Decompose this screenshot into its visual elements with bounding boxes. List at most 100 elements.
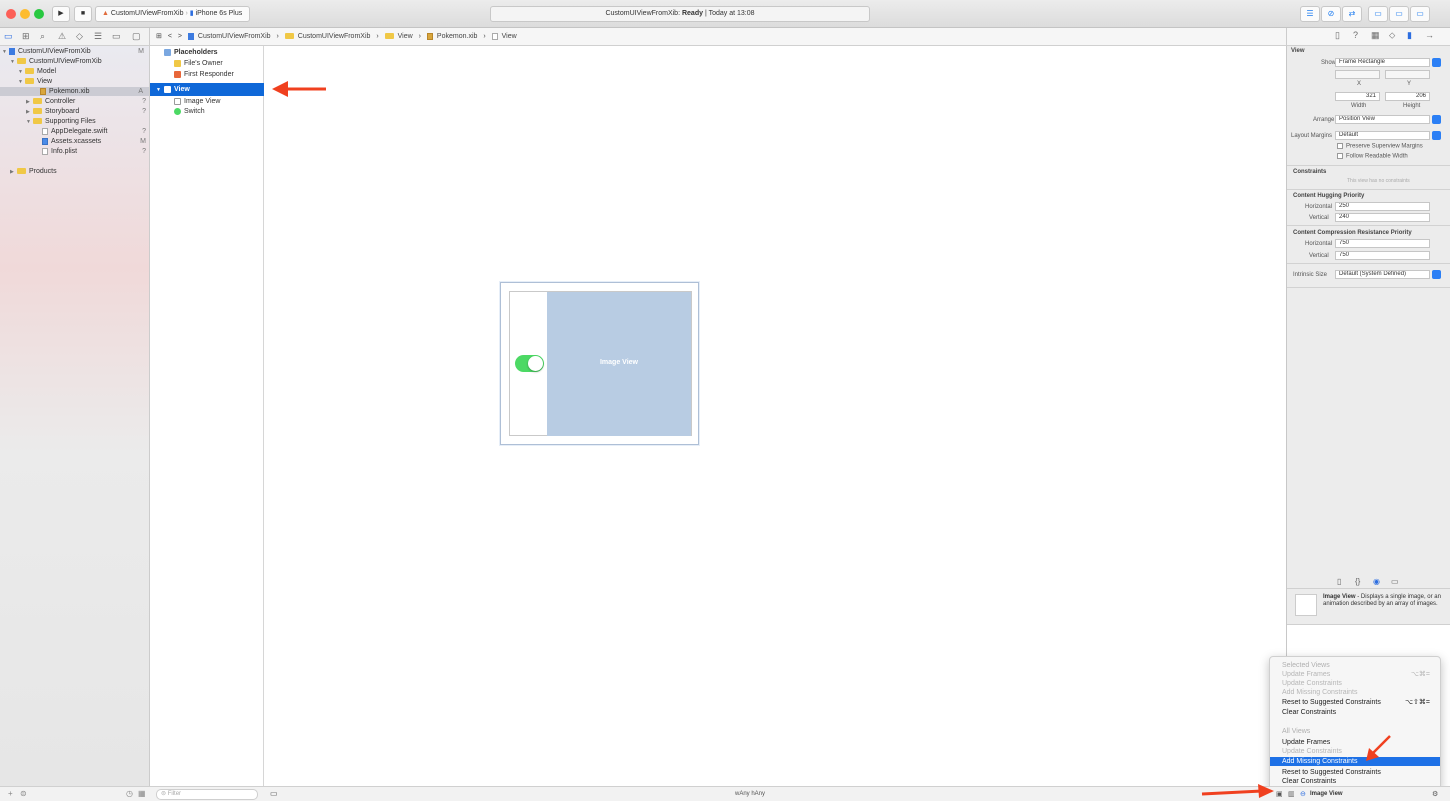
follow-readable-checkbox[interactable]: Follow Readable Width [1337, 153, 1408, 160]
outline-image-view[interactable]: Image View [150, 97, 264, 106]
menu-item[interactable]: Clear Constraints [1270, 777, 1440, 786]
image-view[interactable]: Image View [547, 292, 691, 436]
breakpoint-navigator-icon[interactable]: ▭ [112, 31, 121, 42]
width-field[interactable]: 321 [1335, 92, 1380, 101]
show-popup[interactable]: Frame Rectangle [1335, 58, 1430, 67]
y-field[interactable] [1385, 70, 1430, 79]
menu-item[interactable]: Update Constraints [1270, 747, 1440, 756]
navigator-row[interactable]: ▼ Model [18, 67, 166, 76]
settings-icon[interactable]: ⚙ [1432, 790, 1438, 798]
toggle-navigator-button[interactable]: ▭ [1368, 6, 1388, 22]
xib-view-frame[interactable]: Image View [500, 282, 699, 445]
menu-item-label: Update Constraints [1282, 748, 1342, 755]
report-navigator-icon[interactable]: ▢ [132, 31, 141, 42]
size-class-label[interactable]: wAny hAny [735, 791, 765, 797]
layout-margins-popup[interactable]: Default [1335, 131, 1430, 140]
stop-button[interactable]: ■ [74, 6, 92, 22]
hugging-vertical-field[interactable]: 240 [1335, 213, 1430, 222]
stack-icon[interactable]: ▣ [1276, 790, 1283, 798]
menu-item[interactable]: Update Frames [1270, 738, 1440, 747]
image-view-label: Image View [599, 359, 638, 366]
show-popup-arrow[interactable] [1432, 58, 1441, 67]
file-template-icon[interactable]: ▯ [1337, 577, 1341, 586]
image-view-icon [174, 97, 181, 105]
assistant-editor-button[interactable]: ⊘ [1321, 6, 1341, 22]
add-icon[interactable]: + [8, 789, 13, 798]
file-inspector-icon[interactable]: ▯ [1335, 30, 1340, 41]
media-library-icon[interactable]: ▭ [1391, 577, 1399, 586]
library-tabs: ▯ {} ◉ ▭ [1287, 575, 1450, 589]
filter-icon[interactable]: ⊜ [20, 789, 27, 798]
outline-placeholders[interactable]: Placeholders [150, 48, 264, 57]
compression-vertical-field[interactable]: 750 [1335, 251, 1430, 260]
outline-view-selected[interactable]: ▼ View [150, 83, 264, 96]
object-library-icon[interactable]: ◉ [1373, 577, 1380, 586]
outline-files-owner[interactable]: File's Owner [150, 59, 264, 68]
jump-view-folder[interactable]: View › [384, 33, 421, 40]
zoom-window-button[interactable] [34, 9, 44, 19]
navigator-row[interactable]: ▶ Products [10, 167, 158, 176]
standard-editor-button[interactable]: ☰ [1300, 6, 1320, 22]
jump-view[interactable]: View [491, 32, 521, 40]
debug-navigator-icon[interactable]: ☰ [94, 31, 102, 42]
height-field[interactable]: 206 [1385, 92, 1430, 101]
intrinsic-popup[interactable]: Default (System Defined) [1335, 270, 1430, 279]
forward-button[interactable]: > [178, 33, 182, 40]
nav-label: Controller [45, 98, 76, 105]
scheme-selector[interactable]: ▲ CustomUIViewFromXib › ▮ iPhone 6s Plus [95, 6, 250, 22]
arrange-popup[interactable]: Position View [1335, 115, 1430, 124]
toggle-debug-area-button[interactable]: ▭ [1389, 6, 1409, 22]
scm-filter-icon[interactable]: ▦ [138, 789, 146, 798]
navigator-row[interactable]: ▼ CustomUIViewFromXib M [2, 47, 150, 56]
test-navigator-icon[interactable]: ◇ [76, 31, 83, 42]
project-navigator-icon[interactable]: ▭ [4, 31, 13, 42]
size-inspector-icon[interactable]: ▮ [1407, 30, 1412, 41]
layout-margins-arrow[interactable] [1432, 131, 1441, 140]
symbol-navigator-icon[interactable]: ⊞ [22, 31, 30, 42]
related-items-icon[interactable]: ⊞ [156, 33, 162, 40]
hugging-horizontal-field[interactable]: 250 [1335, 202, 1430, 211]
toggle-outline-icon[interactable]: ▭ [270, 789, 278, 798]
toggle-utilities-button[interactable]: ▭ [1410, 6, 1430, 22]
arrange-popup-arrow[interactable] [1432, 115, 1441, 124]
connections-inspector-icon[interactable]: → [1425, 30, 1434, 40]
menu-section-selected: Selected Views [1282, 662, 1330, 669]
find-navigator-icon[interactable]: ⌕ [40, 31, 45, 42]
jump-project[interactable]: CustomUIViewFromXib › [187, 32, 279, 40]
compression-horizontal-field[interactable]: 750 [1335, 239, 1430, 248]
menu-item[interactable]: Update Constraints [1270, 679, 1440, 688]
preserve-margins-checkbox[interactable]: Preserve Superview Margins [1337, 143, 1423, 150]
menu-item[interactable]: Add Missing Constraints [1270, 688, 1440, 697]
x-field[interactable] [1335, 70, 1380, 79]
outline-switch[interactable]: Switch [150, 107, 264, 116]
align-icon[interactable]: ▥ [1288, 790, 1295, 798]
jump-xib[interactable]: Pokemon.xib › [426, 32, 486, 40]
interface-builder-canvas[interactable]: Image View [264, 46, 1286, 786]
navigator-row[interactable]: ▼ CustomUIViewFromXib [10, 57, 158, 66]
close-window-button[interactable] [6, 9, 16, 19]
minimize-window-button[interactable] [20, 9, 30, 19]
recent-files-icon[interactable]: ◷ [126, 789, 133, 798]
menu-item-highlighted[interactable]: Add Missing Constraints [1270, 757, 1440, 766]
menu-item[interactable]: Update Frames ⌥⌘= [1270, 670, 1440, 679]
menu-item[interactable]: Clear Constraints [1270, 708, 1440, 717]
navigator-row-selected[interactable]: Pokemon.xib A [0, 87, 149, 96]
scheme-name: CustomUIViewFromXib [110, 10, 184, 17]
issue-navigator-icon[interactable]: ⚠ [58, 31, 66, 42]
outline-first-responder[interactable]: First Responder [150, 70, 264, 79]
code-snippet-icon[interactable]: {} [1355, 577, 1360, 586]
toggle-switch[interactable] [515, 355, 544, 372]
menu-item[interactable]: Reset to Suggested Constraints ⌥⇧⌘= [1270, 698, 1440, 707]
outline-filter-field[interactable]: ⊜ Filter [156, 789, 258, 800]
run-button[interactable]: ▶ [52, 6, 70, 22]
intrinsic-popup-arrow[interactable] [1432, 270, 1441, 279]
version-editor-button[interactable]: ⇄ [1342, 6, 1362, 22]
library-item[interactable]: Image View - Displays a single image, or… [1287, 589, 1450, 625]
navigator-row[interactable]: ▼ View [18, 77, 166, 86]
jump-folder[interactable]: CustomUIViewFromXib › [284, 33, 379, 40]
quick-help-icon[interactable]: ? [1353, 30, 1358, 40]
attributes-inspector-icon[interactable]: ⬦ [1389, 30, 1395, 41]
identity-inspector-icon[interactable]: ▦ [1371, 30, 1380, 41]
menu-item[interactable]: Reset to Suggested Constraints [1270, 768, 1440, 777]
back-button[interactable]: < [168, 33, 172, 40]
